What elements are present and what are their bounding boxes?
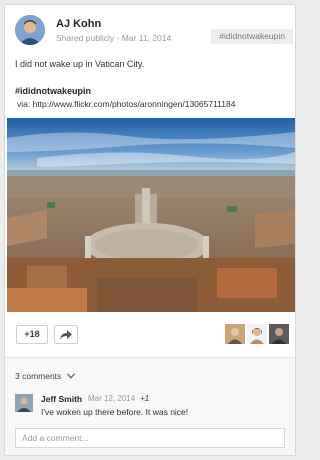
comments-count: 3 comments [15, 371, 62, 381]
share-button[interactable] [54, 325, 78, 344]
plusser-avatar[interactable] [225, 324, 245, 344]
author-avatar[interactable] [15, 15, 45, 45]
plusser-avatar[interactable] [247, 324, 267, 344]
add-comment-input[interactable]: Add a comment... [15, 428, 285, 448]
commenter-name[interactable]: Jeff Smith [41, 394, 82, 404]
post-meta: Shared publicly - Mar 11, 2014 [56, 33, 171, 43]
post-photo[interactable] [7, 118, 295, 312]
via-link[interactable]: via: http://www.flickr.com/photos/aronni… [17, 99, 235, 109]
share-arrow-icon [60, 330, 72, 340]
post-date[interactable]: Mar 11, 2014 [122, 33, 171, 43]
comment-plus-count[interactable]: +1 [140, 394, 149, 403]
post-text: I did not wake up in Vatican City. [15, 59, 145, 69]
comments-section: 3 comments Jeff Smith Mar 12, 2014 +1 I'… [5, 358, 295, 455]
chevron-down-icon [66, 373, 75, 379]
plus-one-button[interactable]: +18 [16, 325, 48, 344]
plusser-avatar[interactable] [269, 324, 289, 344]
meta-separator: - [116, 33, 120, 43]
comment-text: I've woken up there before. It was nice! [41, 407, 189, 417]
post-card: AJ Kohn Shared publicly - Mar 11, 2014 #… [4, 4, 296, 456]
comments-toggle[interactable]: 3 comments [15, 371, 75, 381]
hashtag-chip[interactable]: #ididnotwakeupin [211, 29, 293, 44]
commenter-avatar[interactable] [15, 394, 33, 412]
author-name[interactable]: AJ Kohn [56, 18, 101, 30]
visibility-label[interactable]: Shared publicly [56, 33, 114, 43]
post-hashtag-link[interactable]: #ididnotwakeupin [15, 86, 91, 96]
comment-date[interactable]: Mar 12, 2014 [88, 394, 135, 403]
